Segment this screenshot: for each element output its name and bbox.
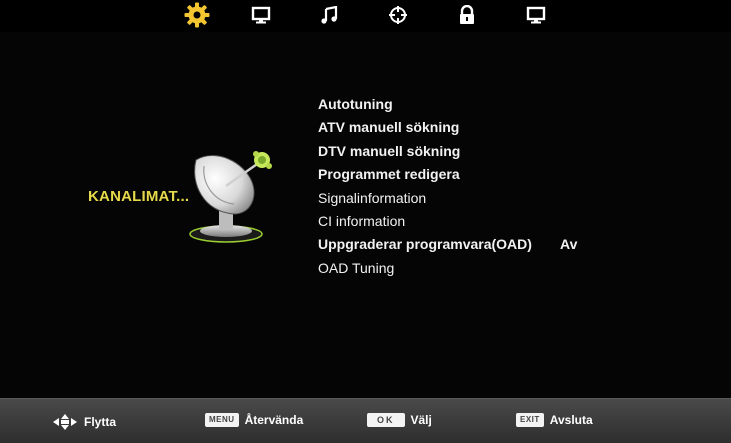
menu-key-badge: MENU	[205, 413, 239, 427]
menu-item-program-edit[interactable]: Programmet redigera	[318, 164, 618, 187]
hint-select-label: Välj	[410, 413, 432, 427]
crosshair-icon[interactable]	[383, 2, 413, 28]
menu-item-label: Uppgraderar programvara(OAD)	[318, 236, 532, 253]
menu-item-ci-information[interactable]: CI information	[318, 211, 618, 234]
monitor-icon[interactable]	[246, 2, 276, 28]
menu-item-autotuning[interactable]: Autotuning	[318, 94, 618, 117]
menu-item-software-upgrade-oad[interactable]: Uppgraderar programvara(OAD) Av	[318, 234, 618, 257]
category-label: KANALIMAT...	[88, 188, 190, 205]
hint-move-label: Flytta	[84, 415, 117, 429]
menu-item-dtv-manual-search[interactable]: DTV manuell sökning	[318, 141, 618, 164]
hint-select: OK Välj	[367, 413, 432, 427]
ok-key-badge: OK	[367, 413, 405, 427]
music-note-icon[interactable]	[314, 2, 344, 28]
lock-icon[interactable]	[452, 2, 482, 28]
menu-item-atv-manual-search[interactable]: ATV manuell sökning	[318, 117, 618, 140]
menu-item-label: CI information	[318, 212, 406, 229]
menu-item-value[interactable]: Av	[560, 234, 577, 254]
top-menu-bar	[0, 0, 731, 32]
menu-item-label: Programmet redigera	[318, 166, 460, 183]
tv-icon[interactable]	[521, 2, 551, 28]
satellite-dish-icon	[186, 142, 276, 246]
hint-move: Flytta	[52, 413, 116, 431]
exit-key-badge: EXIT	[516, 413, 544, 427]
hint-back-label: Återvända	[244, 413, 304, 427]
channel-menu-list: Autotuning ATV manuell sökning DTV manue…	[318, 94, 618, 281]
menu-item-label: ATV manuell sökning	[318, 119, 460, 136]
footer-hint-bar: Flytta MENU Återvända OK Välj EXIT Avslu…	[0, 398, 731, 443]
hint-exit-label: Avsluta	[549, 413, 593, 427]
navigation-arrows-icon	[53, 414, 77, 430]
menu-item-label: OAD Tuning	[318, 259, 395, 276]
menu-item-label: Autotuning	[318, 96, 393, 112]
hint-exit: EXIT Avsluta	[516, 413, 593, 427]
gear-icon[interactable]	[182, 2, 212, 28]
menu-item-signal-information[interactable]: Signalinformation	[318, 188, 618, 211]
menu-item-label: DTV manuell sökning	[318, 142, 461, 159]
hint-back: MENU Återvända	[205, 413, 303, 427]
menu-item-oad-tuning[interactable]: OAD Tuning	[318, 258, 618, 281]
menu-item-label: Signalinformation	[318, 189, 427, 206]
